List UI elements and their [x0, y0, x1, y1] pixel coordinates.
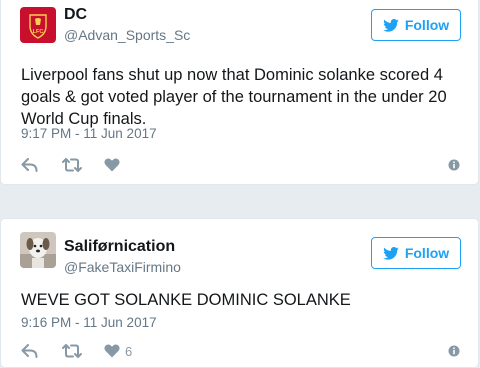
twitter-bird-icon: [383, 246, 399, 260]
user-handle[interactable]: @Advan_Sports_Sc: [64, 27, 190, 43]
follow-label: Follow: [404, 17, 450, 33]
tweet-card: LFC DC @Advan_Sports_Sc Follow Liverpool…: [0, 0, 479, 185]
tweet-text: Liverpool fans shut up now that Dominic …: [21, 66, 447, 128]
liverpool-crest-icon: LFC: [20, 7, 56, 43]
like-button[interactable]: [104, 158, 125, 172]
follow-button[interactable]: Follow: [371, 9, 461, 41]
twitter-bird-icon: [383, 18, 399, 32]
timestamp[interactable]: 9:17 PM - 11 Jun 2017: [21, 126, 157, 141]
user-handle[interactable]: @FakeTaxiFirmino: [64, 259, 181, 275]
info-button[interactable]: [448, 158, 460, 176]
timestamp[interactable]: 9:16 PM - 11 Jun 2017: [21, 315, 157, 330]
reply-button[interactable]: [21, 158, 62, 172]
follow-label: Follow: [404, 245, 450, 261]
retweet-icon: [62, 158, 82, 172]
retweet-icon: [62, 344, 82, 358]
info-icon: [448, 345, 460, 357]
follow-button[interactable]: Follow: [371, 237, 461, 269]
avatar[interactable]: LFC: [20, 7, 56, 43]
heart-icon: [104, 344, 120, 358]
tweet-actions: [21, 155, 125, 175]
svg-text:LFC: LFC: [33, 29, 44, 35]
reply-button[interactable]: [21, 344, 62, 358]
tweet-actions: 6: [21, 341, 132, 361]
retweet-button[interactable]: [62, 158, 104, 172]
avatar[interactable]: [20, 232, 56, 268]
info-icon: [448, 159, 460, 171]
heart-icon: [104, 158, 120, 172]
info-button[interactable]: [448, 344, 460, 362]
like-button[interactable]: 6: [104, 344, 132, 359]
display-name[interactable]: Saliførnication: [64, 238, 175, 256]
tweet-card: Saliførnication @FakeTaxiFirmino Follow …: [0, 218, 479, 368]
display-name[interactable]: DC: [64, 6, 87, 24]
dog-avatar-icon: [20, 232, 56, 268]
reply-icon: [21, 158, 38, 172]
retweet-button[interactable]: [62, 344, 104, 358]
like-count: 6: [125, 343, 133, 359]
tweet-text: WEVE GOT SOLANKE DOMINIC SOLANKE: [21, 291, 351, 309]
reply-icon: [21, 344, 38, 358]
